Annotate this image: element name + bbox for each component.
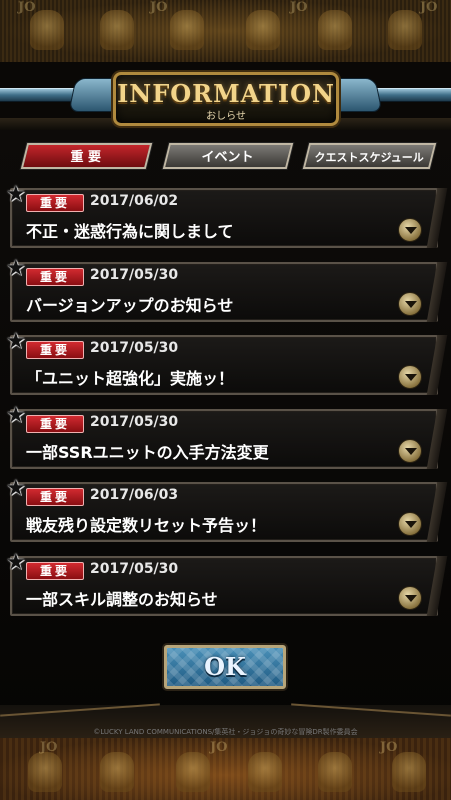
notice-date: 2017/06/02 [90,193,179,209]
tab-label: イベント [201,150,254,165]
mask-icon [100,10,134,50]
notice-title: 不正・迷惑行為に関しまして [26,222,234,241]
chevron-down-icon[interactable] [398,365,422,389]
tab-quest-schedule[interactable]: クエストスケジュール [302,143,437,169]
mask-icon [388,10,422,50]
chevron-down-icon[interactable] [398,586,422,610]
jo-emblem: JO [40,740,58,755]
notice-item[interactable]: ★ 重要 2017/06/03 戦友残り設定数リセット予告ッ！ [6,478,438,542]
page-subtitle: おしらせ [206,111,246,122]
chevron-down-icon[interactable] [398,512,422,536]
copyright-text: ©LUCKY LAND COMMUNICATIONS/集英社・ジョジョの奇妙な冒… [93,728,358,736]
jo-emblem: JO [420,0,438,15]
notice-date: 2017/05/30 [90,340,179,356]
star-icon: ★ [6,403,26,428]
jo-emblem: JO [290,0,308,15]
important-badge: 重要 [26,341,84,359]
notice-item[interactable]: ★ 重要 2017/05/30 バージョンアップのお知らせ [6,258,438,322]
header-title-plate: INFORMATION おしらせ [113,72,339,126]
peace-sign-icon [318,752,352,792]
notice-title: 一部スキル調整のお知らせ [26,590,218,609]
tab-label: クエストスケジュール [314,151,424,164]
star-icon: ★ [6,256,26,281]
notice-title: バージョンアップのお知らせ [26,296,234,315]
important-badge: 重要 [26,268,84,286]
important-badge: 重要 [26,488,84,506]
notice-item[interactable]: ★ 重要 2017/06/02 不正・迷惑行為に関しまして [6,184,438,248]
tab-important[interactable]: 重 要 [20,143,153,169]
star-icon: ★ [6,182,26,207]
jo-emblem: JO [380,740,398,755]
star-icon: ★ [6,476,26,501]
notice-title: 一部SSRユニットの入手方法変更 [26,443,269,462]
notice-date: 2017/05/30 [90,414,179,430]
important-badge: 重要 [26,415,84,433]
mask-icon [30,10,64,50]
gear-emblem-icon [248,752,282,792]
chevron-down-icon[interactable] [398,439,422,463]
notice-date: 2017/05/30 [90,267,179,283]
star-icon: ★ [6,550,26,575]
chevron-down-icon[interactable] [398,292,422,316]
notice-item[interactable]: ★ 重要 2017/05/30 「ユニット超強化」実施ッ！ [6,331,438,395]
notice-date: 2017/05/30 [90,561,179,577]
jo-emblem: JO [150,0,168,15]
mask-icon [318,10,352,50]
important-badge: 重要 [26,562,84,580]
hand-icon [246,10,280,50]
gear-emblem-icon [100,752,134,792]
gear-emblem-icon [392,752,426,792]
notice-item[interactable]: ★ 重要 2017/05/30 一部スキル調整のお知らせ [6,552,438,616]
notice-title: 戦友残り設定数リセット予告ッ！ [26,516,267,535]
star-icon: ★ [6,329,26,354]
peace-sign-icon [176,752,210,792]
notice-item[interactable]: ★ 重要 2017/05/30 一部SSRユニットの入手方法変更 [6,405,438,469]
peace-sign-icon [28,752,62,792]
tab-events[interactable]: イベント [162,143,294,169]
top-ornament-band: JO JO JO JO [0,0,451,62]
page-title: INFORMATION [117,79,335,108]
chevron-down-icon[interactable] [398,218,422,242]
jo-emblem: JO [210,740,228,755]
hand-icon [170,10,204,50]
notice-date: 2017/06/03 [90,487,179,503]
important-badge: 重要 [26,194,84,212]
tab-label: 重 要 [70,150,102,165]
jo-emblem: JO [18,0,36,15]
notice-title: 「ユニット超強化」実施ッ！ [26,369,235,388]
bottom-ornament-band: JO JO JO [0,738,451,800]
ok-button[interactable]: OK [164,645,286,689]
